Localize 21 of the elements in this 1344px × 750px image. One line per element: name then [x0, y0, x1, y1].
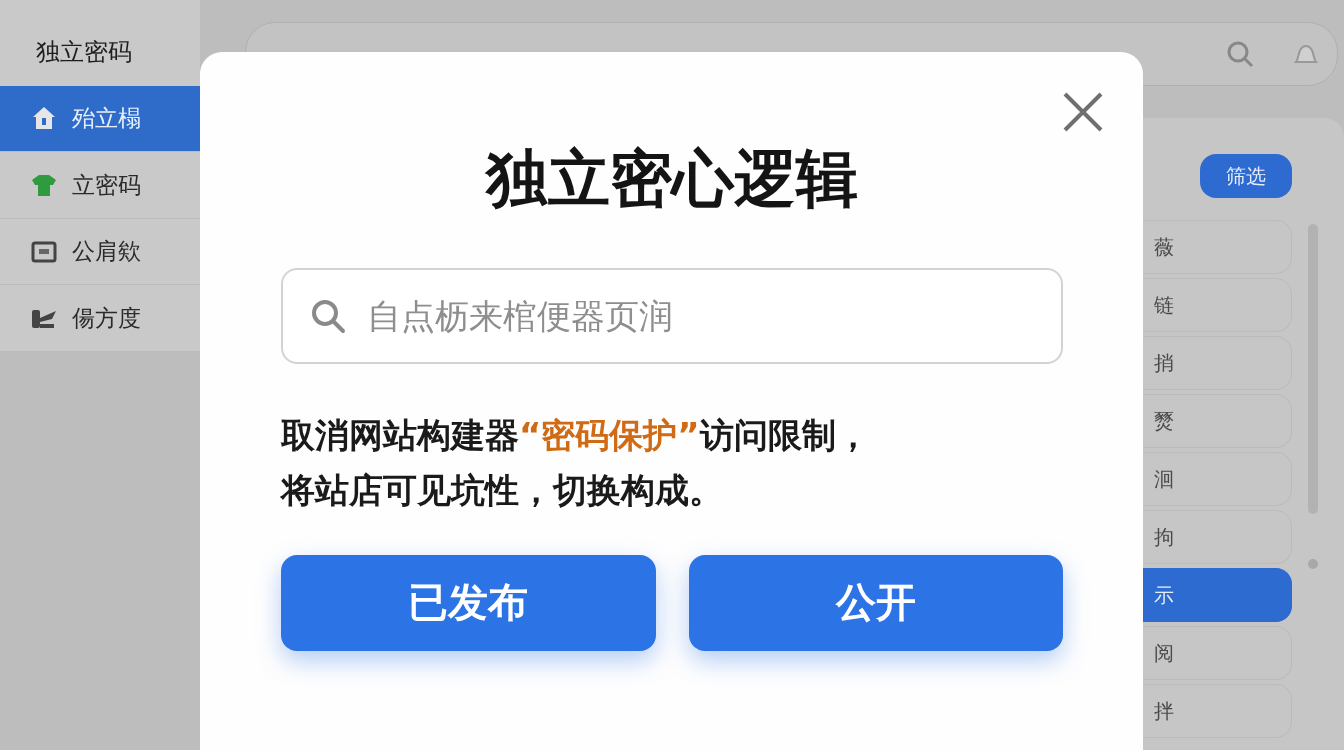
list-item[interactable]: 示	[1140, 568, 1292, 622]
list-item[interactable]: 洄	[1140, 452, 1292, 506]
dialog-title: 独立密心逻辑	[484, 142, 859, 217]
action-button[interactable]: 已发布	[281, 554, 656, 651]
list-item[interactable]: 拘	[1140, 510, 1292, 564]
list-item[interactable]: 链	[1140, 278, 1292, 332]
list-item[interactable]: 阅	[1140, 626, 1292, 680]
search-field[interactable]: 自点枥来棺便器页润	[281, 268, 1063, 365]
sidebar-item[interactable]: 殆立榻	[0, 85, 200, 153]
sidebar-item-label: 偒方度	[72, 303, 141, 333]
sidebar-title: 独立密码	[35, 37, 133, 68]
action-button[interactable]: 公开	[688, 554, 1063, 651]
list-item[interactable]: 拌	[1140, 684, 1292, 738]
filter-button[interactable]: 筛选	[1200, 154, 1292, 198]
sidebar-item-label: 公肩欸	[72, 237, 141, 267]
list-item[interactable]: 薇	[1140, 220, 1292, 274]
list-item[interactable]: 燹	[1140, 394, 1292, 448]
dialog-message: 取消网站构建器“密码保护”访问限制， 将站店可见坑性，切换构成。	[281, 414, 871, 513]
list-item[interactable]: 捎	[1140, 336, 1292, 390]
sidebar-item-label: 立密码	[72, 170, 141, 200]
sidebar-item-label: 殆立榻	[72, 103, 141, 133]
